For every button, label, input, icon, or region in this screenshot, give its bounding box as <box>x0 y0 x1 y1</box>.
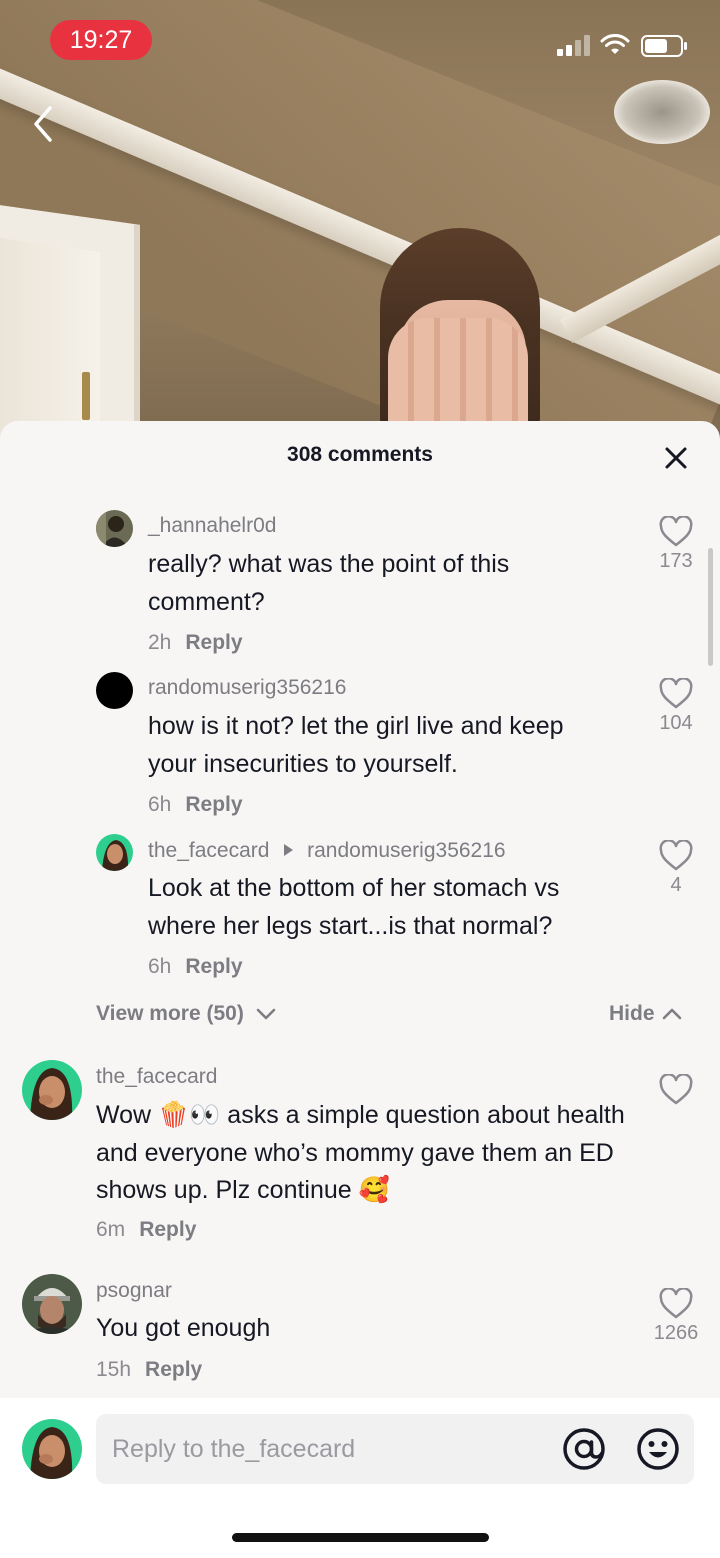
battery-icon <box>641 35 687 57</box>
comment-text[interactable]: You got enough <box>96 1310 616 1348</box>
heart-outline-icon <box>659 516 693 547</box>
comment-time: 15h <box>96 1358 132 1381</box>
avatar[interactable] <box>96 672 133 709</box>
heart-outline-icon <box>659 678 693 709</box>
like-count: 104 <box>659 712 693 734</box>
like-count: 1266 <box>653 1322 699 1344</box>
at-sign-icon[interactable] <box>562 1427 606 1471</box>
video-background[interactable] <box>0 0 720 440</box>
play-arrow-icon <box>284 844 294 856</box>
chevron-left-icon[interactable] <box>28 104 58 144</box>
comment-text[interactable]: Look at the bottom of her stomach vs whe… <box>148 870 618 945</box>
comment-meta: 6m Reply <box>96 1218 196 1242</box>
reply-button[interactable]: Reply <box>185 955 242 978</box>
eyes-emoji: 👀 <box>189 1101 221 1129</box>
wifi-icon <box>600 34 630 54</box>
comment-time: 2h <box>148 631 172 654</box>
comment-username[interactable]: randomuserig356216 <box>148 676 346 700</box>
comment-username[interactable]: the_facecard randomuserig356216 <box>148 839 506 863</box>
view-more-label: View more (50) <box>96 1002 244 1025</box>
view-more-replies-button[interactable]: View more (50) <box>96 1002 276 1026</box>
reply-target[interactable]: randomuserig356216 <box>307 839 505 862</box>
heart-outline-icon <box>659 840 693 871</box>
comment-meta: 2h Reply <box>148 631 243 655</box>
reply-author[interactable]: the_facecard <box>148 839 269 862</box>
like-count: 4 <box>670 874 682 896</box>
chevron-down-icon <box>256 1009 275 1020</box>
like-button[interactable]: 1266 <box>641 1288 711 1345</box>
ceiling-light <box>614 80 710 144</box>
reply-button[interactable]: Reply <box>145 1358 202 1381</box>
like-button[interactable] <box>641 1074 711 1108</box>
comment-username[interactable]: psognar <box>96 1279 172 1303</box>
door-hinge <box>82 372 90 420</box>
home-indicator[interactable] <box>232 1533 489 1542</box>
hide-label: Hide <box>609 1002 655 1025</box>
close-icon[interactable] <box>662 444 690 472</box>
like-count: 173 <box>659 550 693 572</box>
smiling-hearts-emoji: 🥰 <box>358 1176 390 1204</box>
comments-count-title: 308 comments <box>287 443 433 466</box>
comment-text-segment: Wow <box>96 1101 159 1129</box>
reply-button[interactable]: Reply <box>139 1218 196 1241</box>
current-user-avatar <box>22 1419 82 1479</box>
reply-button[interactable]: Reply <box>185 793 242 816</box>
reply-input[interactable] <box>112 1414 552 1484</box>
reply-button[interactable]: Reply <box>185 631 242 654</box>
comment-text[interactable]: Wow 🍿👀 asks a simple question about heal… <box>96 1097 636 1210</box>
hide-replies-button[interactable]: Hide <box>609 1002 682 1026</box>
like-button[interactable]: 173 <box>641 516 711 573</box>
comment-username[interactable]: _hannahelr0d <box>148 514 276 538</box>
like-button[interactable]: 4 <box>641 840 711 897</box>
heart-outline-icon <box>659 1074 693 1105</box>
comment-time: 6m <box>96 1218 126 1241</box>
comment-text[interactable]: how is it not? let the girl live and kee… <box>148 708 618 783</box>
comment-username[interactable]: the_facecard <box>96 1065 217 1089</box>
chevron-up-icon <box>663 1009 682 1020</box>
status-time: 19:27 <box>50 20 152 60</box>
avatar[interactable] <box>22 1060 82 1120</box>
avatar[interactable] <box>96 510 133 547</box>
comment-meta: 15h Reply <box>96 1358 202 1382</box>
comment-time: 6h <box>148 955 172 978</box>
comment-text[interactable]: really? what was the point of this comme… <box>148 546 588 621</box>
signal-icon <box>557 34 591 56</box>
avatar[interactable] <box>22 1274 82 1334</box>
comment-meta: 6h Reply <box>148 955 243 979</box>
comment-time: 6h <box>148 793 172 816</box>
comment-meta: 6h Reply <box>148 793 243 817</box>
heart-outline-icon <box>659 1288 693 1319</box>
avatar[interactable] <box>96 834 133 871</box>
like-button[interactable]: 104 <box>641 678 711 735</box>
popcorn-emoji: 🍿 <box>158 1101 190 1129</box>
smiley-icon[interactable] <box>636 1427 680 1471</box>
